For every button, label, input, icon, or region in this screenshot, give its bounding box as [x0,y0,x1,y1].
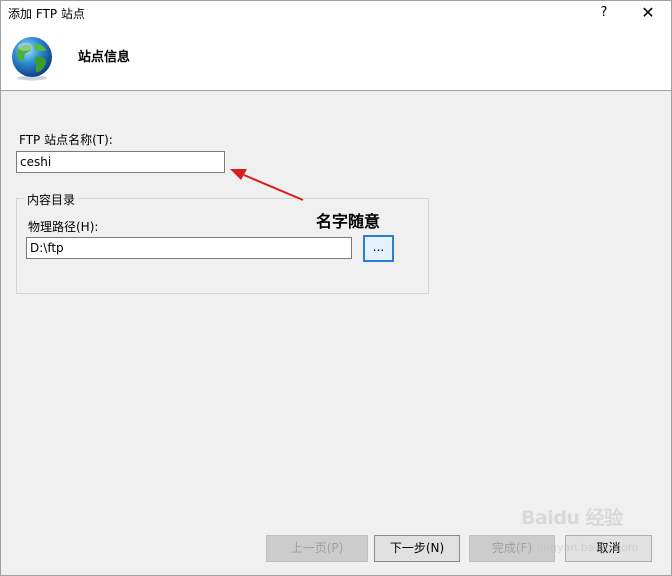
content-directory-group-label: 内容目录 [24,191,79,208]
site-name-label: FTP 站点名称(T): [19,133,113,147]
help-button[interactable]: ? [591,1,617,25]
physical-path-input[interactable]: D:\ftp [26,237,352,259]
cancel-button[interactable]: 取消 [565,535,652,562]
add-ftp-site-dialog: 添加 FTP 站点 ? ✕ 站点信息 FTP 站点名称(T): ceshi 内容… [0,0,672,576]
window-title: 添加 FTP 站点 [8,7,85,21]
watermark-brand: Baidu 经验 [521,507,623,529]
wizard-header: 站点信息 [1,25,671,91]
globe-icon [12,37,52,81]
previous-button[interactable]: 上一页(P) [266,535,368,562]
finish-button[interactable]: 完成(F) [469,535,555,562]
site-name-input[interactable]: ceshi [16,151,225,173]
browse-button[interactable]: ... [363,235,394,262]
annotation-text: 名字随意 [316,212,381,231]
page-title: 站点信息 [78,50,131,65]
next-button[interactable]: 下一步(N) [374,535,460,562]
close-button[interactable]: ✕ [633,1,663,25]
physical-path-label: 物理路径(H): [28,220,99,234]
title-bar: 添加 FTP 站点 ? ✕ [1,1,671,25]
